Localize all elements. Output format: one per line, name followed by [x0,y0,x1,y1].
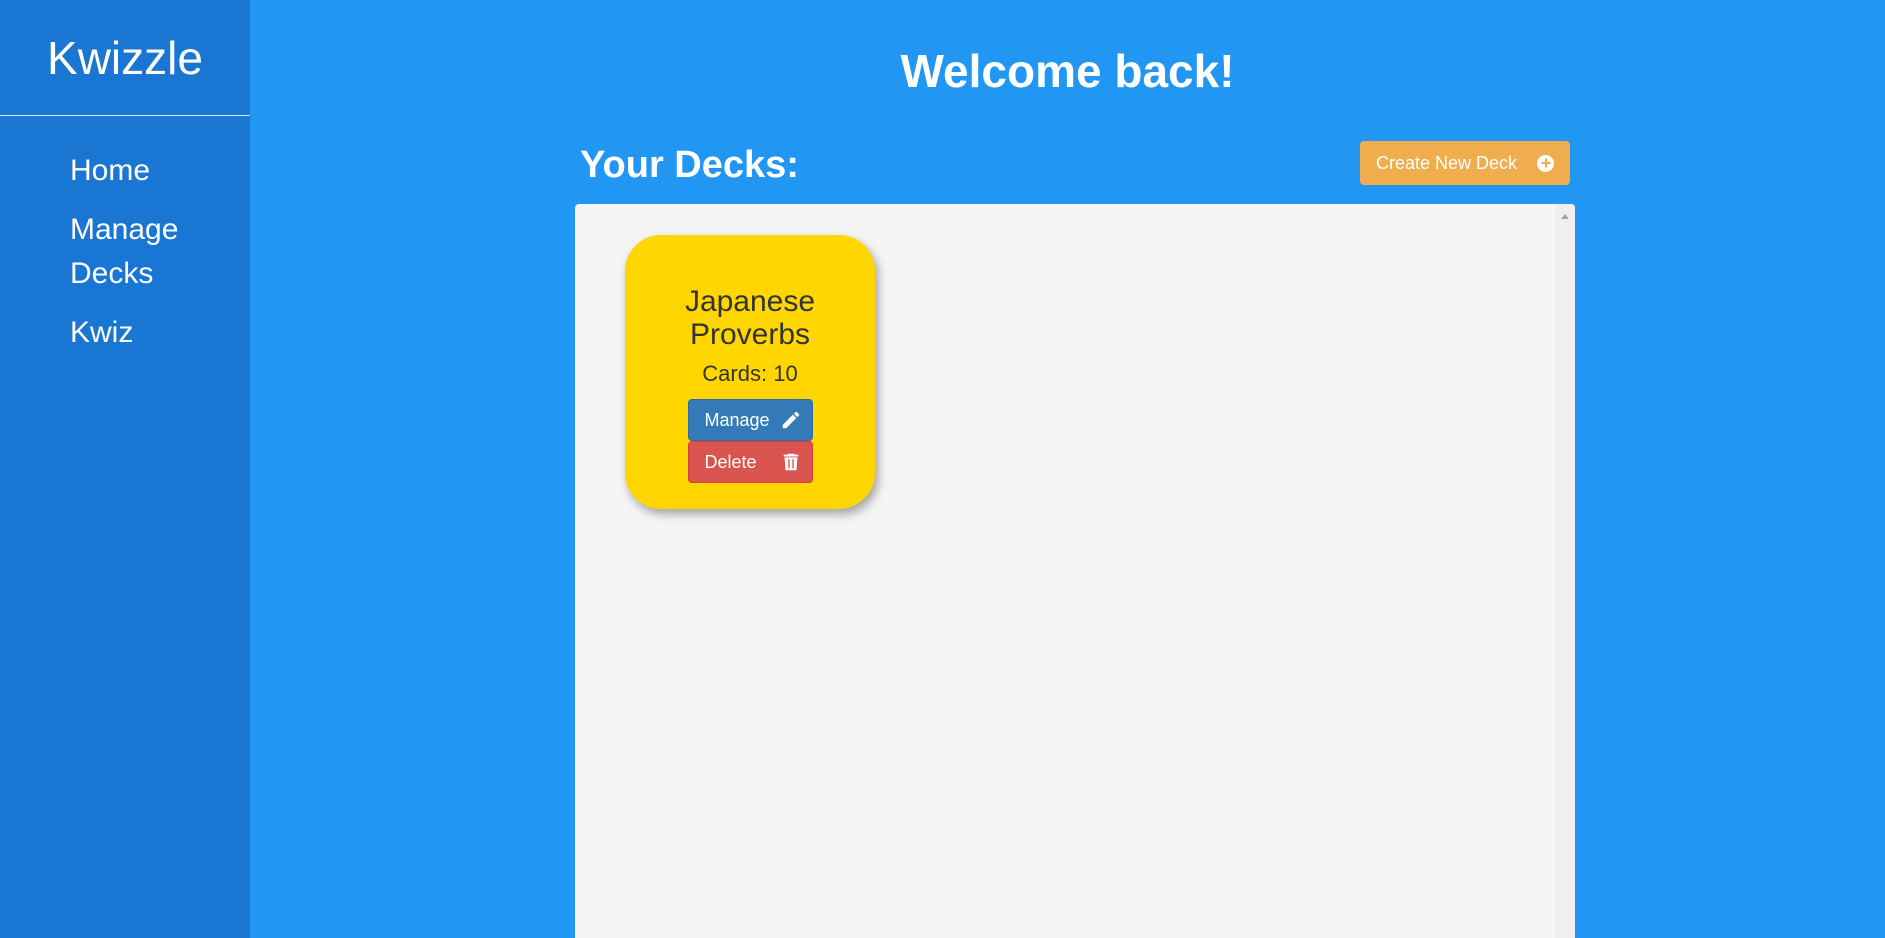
manage-deck-button[interactable]: Manage [687,399,813,441]
scroll-up-arrow-icon[interactable] [1561,214,1569,219]
sidebar-item-kwiz[interactable]: Kwiz [70,311,220,355]
sidebar-item-manage-decks[interactable]: Manage Decks [70,208,220,296]
sidebar-nav: Home Manage Decks Kwiz [0,116,250,355]
page-title: Welcome back! [900,45,1235,97]
delete-deck-button[interactable]: Delete [687,441,813,483]
plus-circle-icon [1537,154,1554,172]
deck-list-panel: Japanese Proverbs Cards: 10 Manage Delet… [575,204,1575,938]
main-content: Welcome back! Your Decks: Create New Dec… [250,0,1885,938]
decks-heading: Your Decks: [580,144,799,186]
deck-card: Japanese Proverbs Cards: 10 Manage Delet… [625,235,875,509]
sidebar-item-home[interactable]: Home [70,149,220,193]
sidebar: Kwizzle Home Manage Decks Kwiz [0,0,250,938]
brand-logo[interactable]: Kwizzle [0,0,250,116]
delete-deck-label: Delete [704,451,757,472]
deck-card-count: Cards: 10 [702,361,798,386]
deck-panel-scrollbar[interactable] [1555,204,1575,938]
pencil-icon [782,411,799,429]
create-new-deck-label: Create New Deck [1376,152,1518,173]
trash-icon [783,453,798,471]
create-new-deck-button[interactable]: Create New Deck [1360,141,1570,185]
manage-deck-label: Manage [704,409,770,430]
deck-title: Japanese Proverbs [684,285,816,351]
